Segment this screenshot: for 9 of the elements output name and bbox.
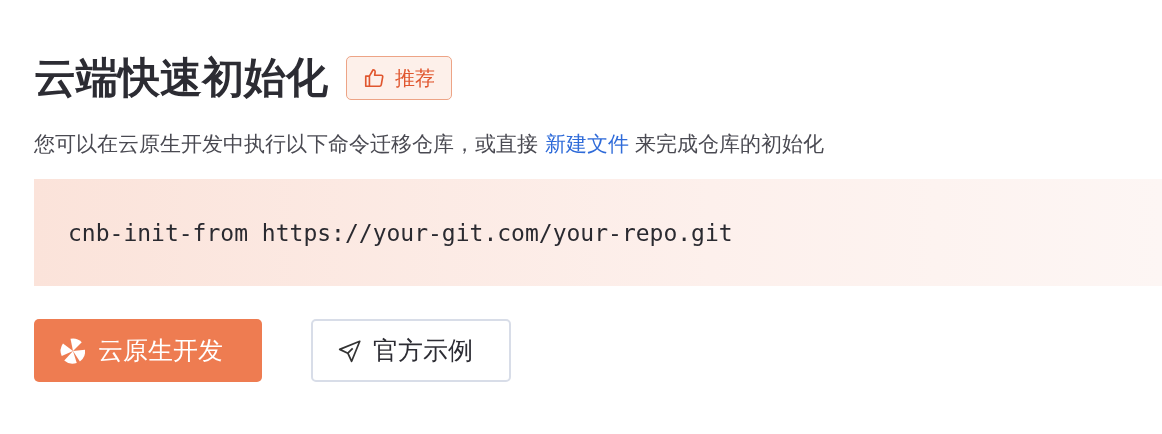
new-file-link[interactable]: 新建文件 xyxy=(544,132,629,156)
command-text: cnb-init-from https://your-git.com/your-repo.git xyxy=(68,219,733,246)
cloud-dev-button[interactable]: 云原生开发 xyxy=(34,319,262,382)
page-title: 云端快速初始化 xyxy=(34,52,328,104)
send-icon xyxy=(337,337,363,364)
description-text: 您可以在云原生开发中执行以下命令迁移仓库，或直接 新建文件 来完成仓库的初始化 xyxy=(34,131,826,158)
thumbs-up-icon xyxy=(363,67,385,89)
recommend-badge: 推荐 xyxy=(346,56,452,100)
examples-button[interactable]: 官方示例 xyxy=(311,319,511,382)
